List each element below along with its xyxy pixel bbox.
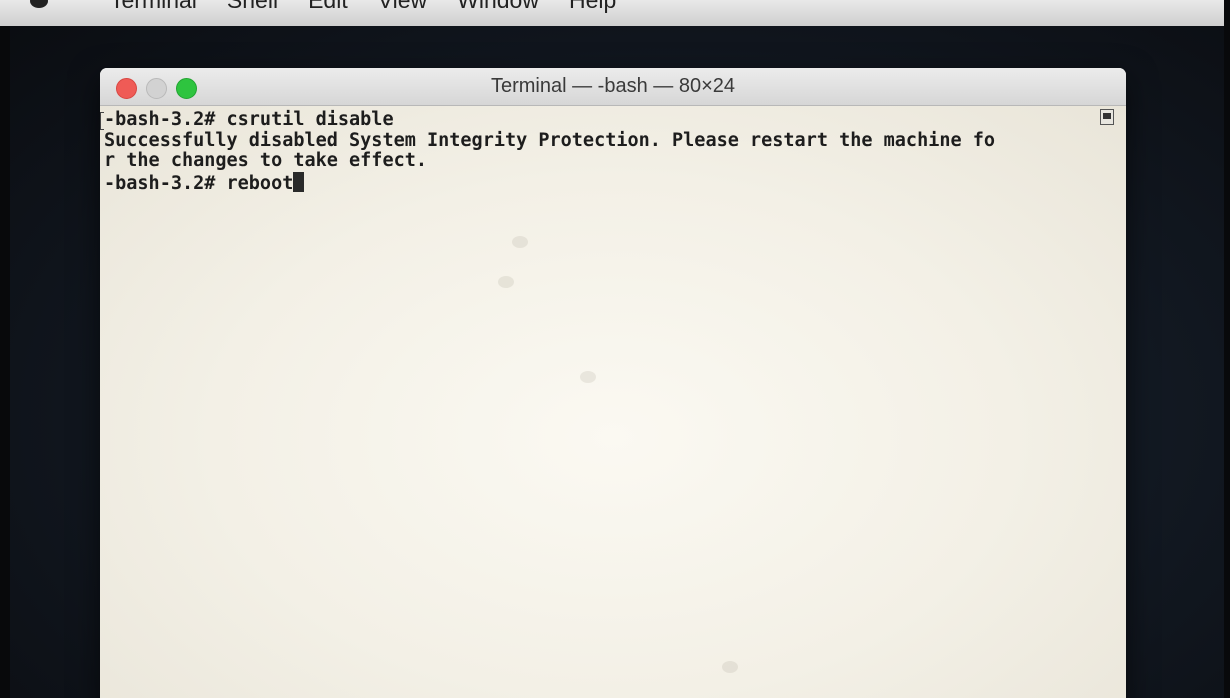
menu-bar: Terminal Shell Edit View Window Help	[0, 0, 1230, 26]
screen-smudge	[722, 661, 738, 673]
terminal-line: r the changes to take effect.	[104, 150, 428, 171]
screen-bezel-left	[0, 26, 10, 698]
menu-item-terminal[interactable]: Terminal	[110, 0, 197, 14]
screen-photo: Terminal Shell Edit View Window Help Ter…	[0, 0, 1230, 698]
terminal-input[interactable]: -bash-3.2# reboot	[104, 173, 293, 194]
scroll-indicator-icon[interactable]	[1100, 109, 1114, 125]
screen-smudge	[498, 276, 514, 288]
terminal-line: Successfully disabled System Integrity P…	[104, 129, 996, 151]
menu-item-shell[interactable]: Shell	[227, 0, 278, 14]
apple-menu-icon[interactable]	[30, 0, 48, 8]
menu-items: Terminal Shell Edit View Window Help	[110, 0, 616, 14]
terminal-line: -bash-3.2# csrutil disable	[104, 109, 394, 130]
screen-bezel-right	[1224, 0, 1230, 698]
text-cursor	[293, 171, 305, 192]
window-titlebar[interactable]: Terminal — -bash — 80×24	[100, 68, 1126, 106]
screen-smudge	[512, 236, 528, 248]
window-title: Terminal — -bash — 80×24	[490, 75, 735, 97]
terminal-content[interactable]: -bash-3.2# csrutil disable Successfully d…	[100, 106, 1126, 698]
terminal-output: -bash-3.2# csrutil disable Successfully d…	[104, 109, 996, 195]
menu-item-window[interactable]: Window	[457, 0, 539, 14]
terminal-prompt-line: -bash-3.2# reboot	[104, 171, 995, 195]
screen-smudge	[580, 371, 596, 383]
terminal-window: Terminal — -bash — 80×24 -bash-3.2# csru…	[100, 68, 1126, 698]
menu-item-edit[interactable]: Edit	[308, 0, 348, 14]
menu-item-view[interactable]: View	[378, 0, 427, 14]
menu-item-help[interactable]: Help	[569, 0, 616, 14]
